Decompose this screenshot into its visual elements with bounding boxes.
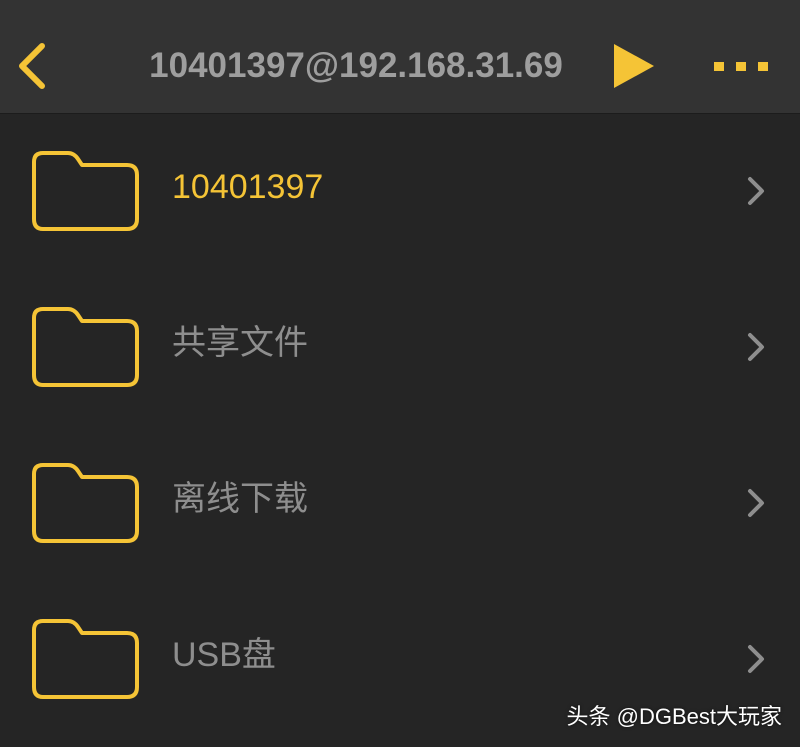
chevron-right-icon (748, 489, 764, 517)
page-title: 10401397@192.168.31.69 (149, 46, 563, 85)
folder-icon (32, 619, 139, 699)
folder-icon (32, 151, 139, 231)
folder-list: 10401397 共享文件 离线下载 USB盘 (0, 114, 800, 738)
play-button[interactable] (610, 42, 658, 90)
more-dots-icon (714, 62, 768, 71)
folder-item-shared-files[interactable]: 共享文件 (0, 270, 800, 426)
watermark: 头条 @DGBest大玩家 (566, 704, 782, 729)
navigation-bar: 10401397@192.168.31.69 (0, 0, 800, 114)
play-icon (614, 44, 654, 88)
chevron-right-icon (748, 645, 764, 673)
chevron-right-icon (748, 177, 764, 205)
folder-label: 10401397 (172, 168, 324, 206)
folder-icon (32, 307, 139, 387)
more-button[interactable] (706, 50, 776, 84)
folder-label: 共享文件 (172, 324, 308, 362)
folder-label: 离线下载 (172, 480, 308, 518)
folder-label: USB盘 (172, 636, 276, 674)
chevron-right-icon (748, 333, 764, 361)
folder-icon (32, 463, 139, 543)
folder-item-offline-downloads[interactable]: 离线下载 (0, 426, 800, 582)
folder-item-10401397[interactable]: 10401397 (0, 114, 800, 270)
